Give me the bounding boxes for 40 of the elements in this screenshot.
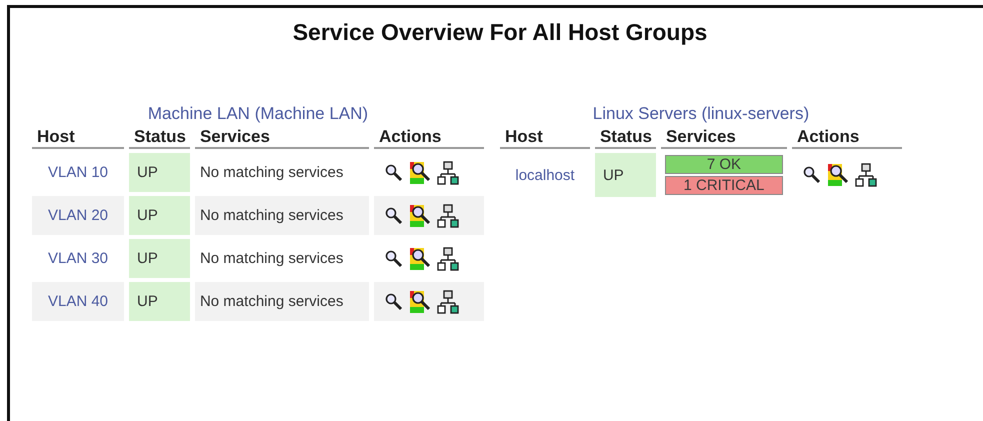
column-header: Status: [594, 127, 656, 149]
column-header: Actions: [792, 127, 902, 149]
group-link[interactable]: Machine LAN: [148, 104, 250, 123]
column-header: Actions: [374, 127, 484, 149]
hierarchy-icon[interactable]: [854, 163, 877, 187]
status-chart-icon[interactable]: [408, 204, 431, 228]
group-link[interactable]: Linux Servers: [592, 104, 697, 123]
hierarchy-icon[interactable]: [436, 160, 459, 184]
host-link[interactable]: localhost: [504, 166, 585, 184]
alias-link[interactable]: (linux-servers): [701, 104, 810, 123]
host-link[interactable]: VLAN 10: [37, 164, 119, 181]
services-cell: No matching services: [194, 196, 369, 235]
hierarchy-icon[interactable]: [436, 204, 459, 228]
column-header: Host: [500, 127, 590, 149]
magnifier-icon[interactable]: [384, 250, 403, 268]
hierarchy-icon[interactable]: [436, 246, 459, 270]
column-header: Status: [129, 127, 190, 149]
host-link[interactable]: VLAN 30: [37, 250, 119, 267]
status-chart-icon[interactable]: [408, 160, 431, 184]
magnifier-icon[interactable]: [384, 164, 403, 182]
status-chart-icon[interactable]: [408, 246, 431, 270]
status-cell: UP: [594, 153, 656, 197]
status-cell: UP: [129, 282, 190, 321]
column-header: Host: [32, 127, 124, 149]
status-cell: UP: [129, 196, 190, 235]
page-title: Service Overview For All Host Groups: [292, 19, 708, 46]
hierarchy-icon[interactable]: [436, 290, 459, 314]
magnifier-icon[interactable]: [384, 292, 403, 310]
alias-link[interactable]: (Machine LAN): [254, 104, 368, 123]
status-cell: UP: [129, 153, 190, 192]
status-cell: UP: [129, 239, 190, 278]
column-header: Services: [660, 127, 787, 149]
services-cell: No matching services: [194, 282, 369, 321]
service-count-badge[interactable]: 1 CRITICAL: [664, 176, 783, 195]
column-header: Services: [194, 127, 369, 149]
magnifier-icon[interactable]: [802, 166, 821, 184]
service-count-badge[interactable]: 7 OK: [664, 155, 783, 174]
magnifier-icon[interactable]: [384, 206, 403, 224]
status-chart-icon[interactable]: [826, 163, 849, 187]
status-chart-icon[interactable]: [408, 290, 431, 314]
